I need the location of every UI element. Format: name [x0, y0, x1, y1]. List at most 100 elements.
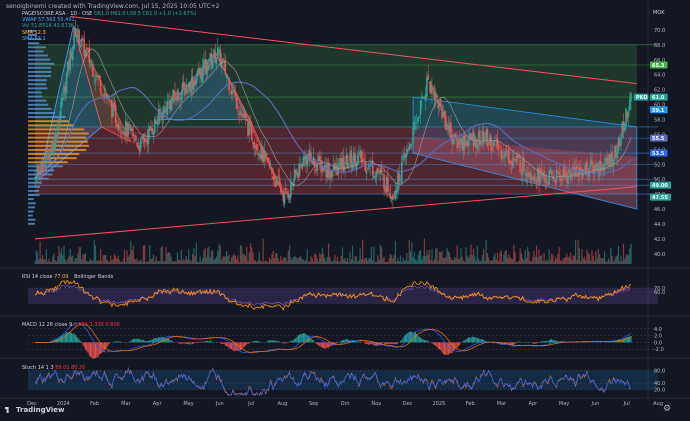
volume-bar	[615, 256, 617, 264]
volume-bar	[629, 248, 631, 264]
volume-bar	[209, 257, 211, 264]
volume-bar	[57, 256, 59, 264]
volume-bar	[205, 257, 208, 264]
macd-hist-bar	[180, 342, 182, 344]
macd-hist-bar	[548, 340, 550, 343]
vp-bar	[28, 218, 36, 221]
macd-hist-bar	[437, 342, 439, 349]
gear-icon[interactable]: ⚙	[663, 404, 671, 414]
volume-bar	[446, 247, 448, 264]
macd-hist-bar	[464, 340, 466, 343]
candle-body	[612, 158, 615, 168]
macd-hist-bar	[417, 335, 419, 343]
volume-bar	[331, 261, 334, 264]
volume-bar	[83, 254, 85, 264]
macd-hist-bar	[84, 342, 86, 350]
macd-hist-bar	[118, 341, 120, 343]
candle-body	[283, 191, 286, 204]
vp-bar	[28, 87, 48, 90]
volume-bar	[610, 247, 612, 264]
macd-hist-bar	[358, 341, 360, 343]
volume-bar	[436, 248, 438, 264]
volume-bar	[402, 257, 404, 264]
volume-bar	[97, 259, 99, 264]
volume-bar	[561, 260, 563, 264]
volume-bar	[93, 240, 95, 264]
macd-hist-bar	[108, 342, 110, 344]
volume-bar	[627, 255, 630, 264]
volume-bar	[315, 254, 317, 264]
macd-hist-bar	[436, 342, 438, 348]
macd-hist-bar	[315, 342, 317, 344]
vp-bar	[28, 46, 46, 49]
macd-hist-bar	[140, 339, 142, 343]
volume-bar	[544, 261, 546, 264]
vp-bar	[28, 198, 34, 201]
macd-hist-bar	[316, 342, 318, 345]
volume-bar	[107, 260, 109, 264]
price-chart[interactable]: 40.042.044.046.048.050.052.054.056.058.0…	[0, 0, 690, 421]
macd-hist-bar	[364, 342, 366, 344]
volume-bar	[283, 257, 286, 264]
volume-bar	[476, 245, 478, 264]
volume-bar	[427, 254, 429, 264]
volume-bar	[517, 261, 519, 264]
volume-bar	[176, 252, 179, 264]
volume-bar	[135, 259, 137, 264]
vp-bar	[28, 75, 52, 77]
macd-hist-bar	[221, 342, 223, 344]
volume-bar	[411, 242, 413, 264]
volume-bar	[425, 256, 427, 264]
macd-hist-bar	[466, 338, 468, 343]
macd-hist-bar	[533, 342, 535, 344]
candle-body	[208, 65, 210, 69]
macd-hist-bar	[76, 336, 78, 343]
volume-bar	[537, 257, 539, 264]
time-tick-14: Feb	[466, 401, 475, 407]
volume-bar	[499, 252, 501, 264]
volume-bar	[131, 250, 133, 264]
volume-bar	[280, 255, 282, 264]
vp-bar	[28, 144, 89, 147]
macd-hist-bar	[292, 340, 294, 343]
macd-hist-bar	[203, 341, 205, 343]
volume-bar	[225, 251, 228, 264]
macd-tick-2: 0.0	[654, 340, 662, 346]
volume-bar	[379, 244, 381, 264]
macd-hist-bar	[144, 340, 146, 343]
volume-bar	[398, 260, 400, 264]
volume-bar	[605, 261, 607, 264]
volume-bar	[326, 256, 328, 264]
price-tick-14: 68.0	[654, 43, 665, 49]
volume-bar	[196, 261, 199, 264]
volume-bar	[232, 255, 234, 264]
candle-body	[576, 165, 578, 170]
volume-bar	[91, 260, 93, 264]
macd-hist-bar	[422, 339, 424, 343]
volume-bar	[257, 260, 259, 264]
macd-hist-bar	[130, 340, 132, 343]
volume-bar	[585, 260, 587, 264]
macd-hist-bar	[459, 342, 461, 346]
candle-body	[400, 161, 403, 184]
macd-hist-bar	[534, 342, 536, 344]
volume-bar	[596, 258, 598, 264]
volume-bar	[607, 258, 609, 264]
candle-body	[376, 168, 379, 172]
volume-bar	[363, 259, 365, 264]
volume-bar	[358, 260, 360, 264]
vp-bar	[28, 58, 51, 61]
macd-hist-bar	[299, 334, 301, 343]
volume-bar	[54, 260, 56, 264]
vp-bar	[28, 222, 35, 225]
volume-bar	[141, 261, 143, 264]
volume-bar	[70, 256, 73, 264]
volume-bar	[587, 252, 589, 264]
candle-body	[365, 170, 368, 175]
volume-bar	[471, 255, 473, 264]
volume-bar	[248, 252, 250, 264]
macd-hist-bar	[187, 342, 189, 344]
macd-hist-bar	[271, 340, 273, 343]
volume-bar	[213, 259, 215, 264]
candle-body	[550, 171, 553, 175]
